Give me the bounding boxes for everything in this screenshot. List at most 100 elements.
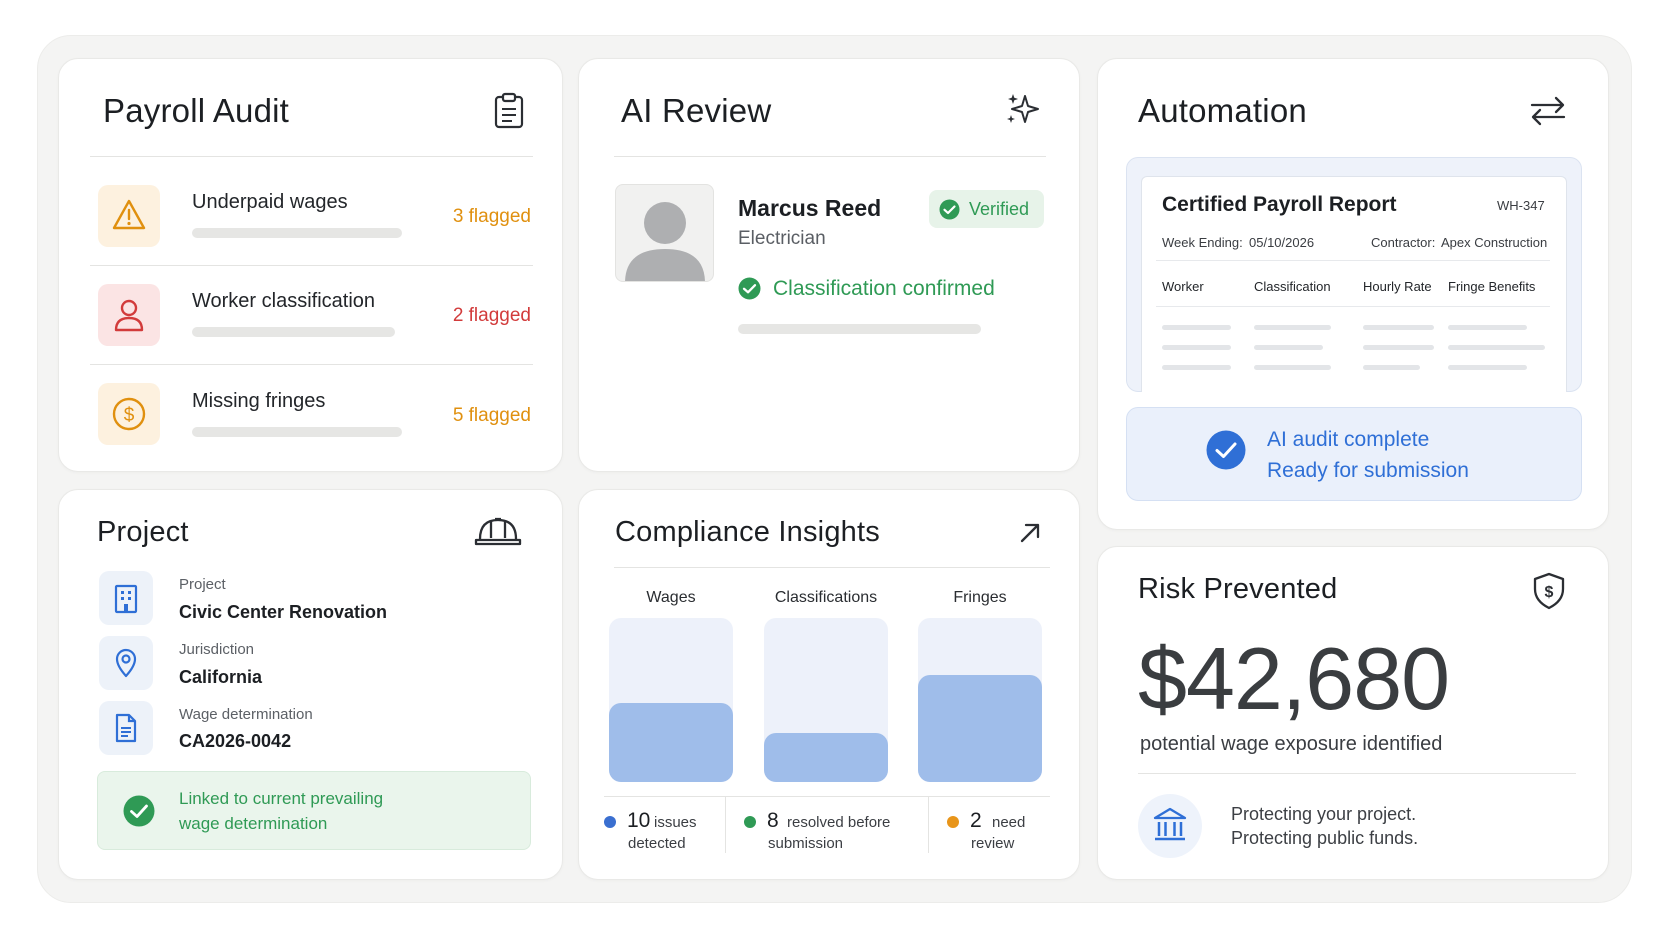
sparkle-icon[interactable]: [1005, 92, 1043, 126]
linked-determination-banner: [97, 771, 531, 850]
status-dot: [744, 816, 756, 828]
week-ending-label: Week Ending:: [1162, 235, 1243, 250]
chart-bar-wages: [609, 703, 733, 782]
placeholder-line: [1254, 325, 1331, 330]
divider: [1156, 260, 1550, 261]
placeholder-line: [1448, 365, 1527, 370]
placeholder-line: [1448, 345, 1545, 350]
avatar-silhouette-icon: [625, 202, 705, 281]
status-dot: [604, 816, 616, 828]
audit-status-subtitle: Ready for submission: [1267, 459, 1469, 482]
risk-prevented-title: Risk Prevented: [1138, 573, 1338, 605]
audit-item-label: Underpaid wages: [192, 191, 348, 213]
project-field-label: Wage determination: [179, 706, 313, 723]
stat-text: submission: [768, 835, 844, 852]
placeholder-line: [1162, 365, 1231, 370]
project-field-label: Jurisdiction: [179, 641, 255, 658]
arrow-up-right-icon[interactable]: [1018, 521, 1042, 545]
protect-line1: Protecting your project.: [1231, 804, 1417, 824]
contractor-label: Contractor:: [1371, 235, 1436, 250]
stat-text: resolved before: [787, 814, 891, 831]
divider: [90, 156, 533, 157]
chart-category-label: Classifications: [774, 589, 878, 606]
placeholder-line: [1363, 325, 1434, 330]
chart-bar-classifications: [764, 733, 888, 782]
divider: [90, 265, 533, 266]
svg-text:$: $: [124, 405, 135, 426]
ai-review-title: AI Review: [621, 92, 772, 129]
divider: [1138, 773, 1576, 774]
placeholder-line: [1162, 325, 1231, 330]
warning-icon: [112, 199, 146, 230]
report-column-header: Hourly Rate: [1363, 279, 1432, 294]
contractor-value: Apex Construction: [1441, 235, 1548, 250]
stat-number: 8: [767, 809, 779, 832]
progress-bar: [192, 427, 402, 437]
stat-text: issues: [654, 814, 697, 831]
worker-role: Electrician: [738, 228, 826, 249]
clipboard-icon[interactable]: [492, 92, 526, 130]
placeholder-line: [1363, 345, 1434, 350]
audit-complete-banner: [1126, 407, 1582, 501]
location-pin-icon: [115, 648, 137, 678]
audit-item-label: Missing fringes: [192, 390, 326, 412]
bank-icon: [1153, 807, 1187, 841]
divider: [614, 156, 1046, 157]
payroll-audit-title: Payroll Audit: [103, 92, 290, 129]
divider: [725, 797, 726, 853]
flag-count[interactable]: 5 flagged: [411, 405, 531, 427]
stat-number: 10: [627, 809, 651, 832]
check-circle-icon: [939, 199, 960, 220]
placeholder-line: [1254, 345, 1323, 350]
compliance-insights-title: Compliance Insights: [615, 516, 880, 548]
flag-count[interactable]: 3 flagged: [411, 206, 531, 228]
building-icon: [114, 584, 138, 614]
report-column-header: Fringe Benefits: [1448, 279, 1536, 294]
progress-bar: [738, 324, 981, 334]
status-dot: [947, 816, 959, 828]
placeholder-line: [1162, 345, 1231, 350]
check-circle-icon: [738, 277, 761, 300]
placeholder-line: [1363, 365, 1420, 370]
divider: [928, 797, 929, 853]
stat-text: detected: [628, 835, 686, 852]
stat-text: review: [971, 835, 1015, 852]
worker-name: Marcus Reed: [738, 195, 882, 221]
automation-title: Automation: [1138, 92, 1307, 129]
placeholder-line: [1254, 365, 1331, 370]
chart-category-label: Fringes: [953, 589, 1007, 606]
verified-label: Verified: [969, 199, 1030, 219]
project-field-label: Project: [179, 576, 226, 593]
placeholder-line: [1448, 325, 1527, 330]
check-circle-icon: [1206, 430, 1246, 470]
linked-text-line2: wage determination: [179, 814, 328, 833]
divider: [1156, 306, 1550, 307]
risk-amount: $42,680: [1138, 629, 1450, 728]
report-title: Certified Payroll Report: [1162, 193, 1397, 216]
divider: [614, 567, 1050, 568]
stat-text: need: [992, 814, 1026, 831]
project-title: Project: [97, 516, 189, 548]
shield-dollar-icon[interactable]: $: [1532, 572, 1566, 610]
linked-text-line1: Linked to current prevailing: [179, 789, 384, 808]
check-circle-icon: [123, 795, 155, 827]
project-field-value: California: [179, 667, 263, 687]
divider: [90, 364, 533, 365]
report-form-id: WH-347: [1497, 198, 1545, 213]
project-field-value: CA2026-0042: [179, 731, 292, 751]
project-field-value: Civic Center Renovation: [179, 602, 388, 622]
progress-bar: [192, 228, 402, 238]
audit-status-title: AI audit complete: [1267, 428, 1430, 451]
protect-line2: Protecting public funds.: [1231, 828, 1419, 848]
week-ending-value: 05/10/2026: [1249, 235, 1315, 250]
flag-count[interactable]: 2 flagged: [411, 305, 531, 327]
chart-category-label: Wages: [646, 589, 696, 606]
document-icon: [115, 713, 137, 743]
hardhat-icon[interactable]: [474, 513, 522, 547]
stat-number: 2: [970, 809, 982, 832]
report-column-header: Classification: [1254, 279, 1331, 294]
report-column-header: Worker: [1162, 279, 1204, 294]
dollar-icon: $: [112, 397, 146, 431]
swap-arrows-icon[interactable]: [1529, 95, 1567, 127]
svg-text:$: $: [1545, 584, 1554, 601]
